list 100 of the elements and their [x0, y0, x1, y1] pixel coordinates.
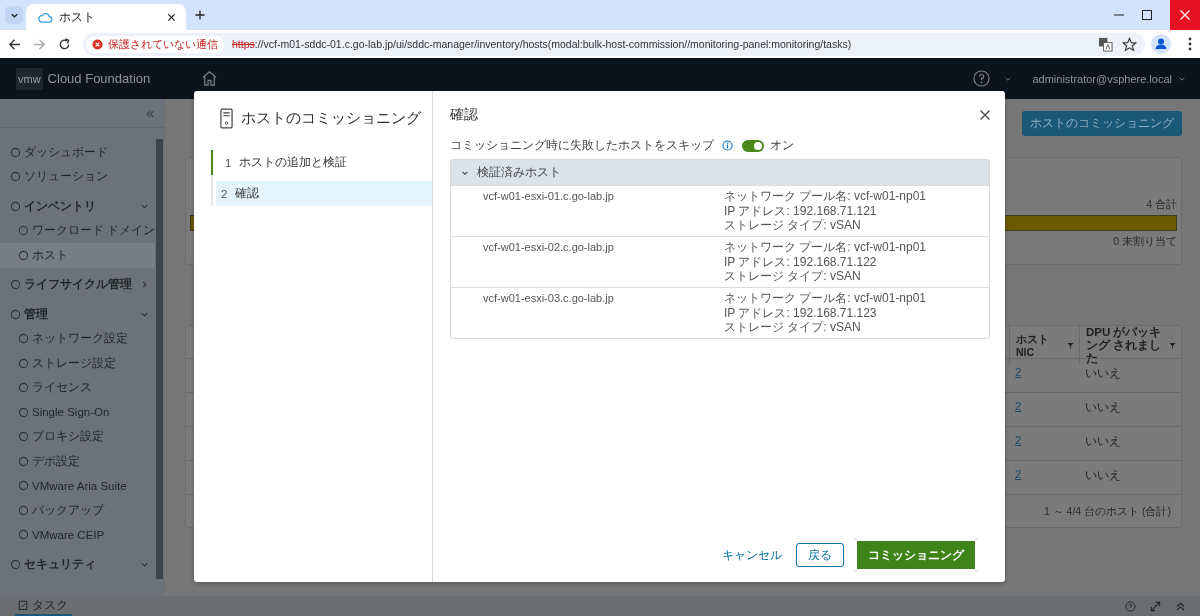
circle-icon [10, 146, 21, 158]
nav-item[interactable]: VMware Aria Suite [0, 473, 155, 498]
circle-icon [10, 200, 21, 212]
total-count: 4 合計 [1146, 198, 1177, 212]
plus-icon[interactable] [195, 10, 205, 20]
url-scheme: https [232, 38, 255, 50]
host-detail: ネットワーク プール名: vcf-w01-np01 [724, 291, 928, 306]
expand-icon[interactable] [1150, 600, 1161, 612]
table-cell: いいえ [1085, 367, 1121, 379]
host-detail: ネットワーク プール名: vcf-w01-np01 [724, 189, 928, 204]
nic-count-link[interactable]: 2 [1015, 400, 1022, 412]
more-icon[interactable] [1188, 37, 1192, 51]
host-detail: ストレージ タイプ: vSAN [724, 269, 862, 284]
circle-icon [10, 558, 21, 570]
circle-icon [18, 333, 29, 345]
tasks-tab[interactable]: タスク [15, 596, 72, 616]
accordion-header[interactable]: 検証済みホスト [451, 160, 989, 185]
nav-item[interactable]: ホスト [0, 243, 155, 268]
filter-icon[interactable] [1169, 342, 1176, 349]
collapse-button[interactable]: « [146, 105, 154, 121]
skip-toggle[interactable] [742, 139, 764, 152]
nav-group[interactable]: セキュリティ [0, 552, 155, 577]
product-name: Cloud Foundation [47, 71, 151, 86]
nav-item[interactable]: バックアップ [0, 498, 155, 523]
nav-item[interactable]: ライセンス [0, 375, 155, 400]
wizard-step[interactable]: 1 ホストの追加と検証 [211, 150, 432, 175]
table-cell: いいえ [1085, 401, 1121, 413]
circle-icon [10, 308, 21, 320]
dialog-title: ホストのコミッショニング [241, 109, 421, 128]
cloud-icon [38, 11, 53, 23]
tab-list-button[interactable] [5, 6, 23, 24]
table-cell: いいえ [1085, 435, 1121, 447]
error-icon [92, 38, 103, 50]
commission-button[interactable]: コミッショニング [854, 538, 978, 572]
option-label: コミッショニング時に失敗したホストをスキップ [450, 138, 714, 153]
help-icon[interactable] [973, 70, 991, 87]
nav-group[interactable]: 管理 [0, 302, 155, 327]
circle-icon [18, 480, 29, 492]
back-arrow-icon[interactable] [8, 37, 21, 51]
url-text: ://vcf-m01-sddc-01.c.go-lab.jp/ui/sddc-manager/inventory/hosts(modal:bulk-host-commission//monitoring-panel:monitoring/tasks) [254, 38, 852, 50]
cancel-link[interactable]: キャンセル [718, 543, 786, 567]
host-detail: ストレージ タイプ: vSAN [724, 320, 862, 335]
address-field[interactable]: 保護されていない通信 https://vcf-m01-sddc-01.c.go-lab.jp/ui/sddc-manager/inventory/hosts(modal:bulk-host-commission//monitoring-panel:monitoring/tasks) [83, 32, 1145, 56]
security-chip[interactable]: 保護されていない通信 [86, 35, 224, 53]
circle-icon [18, 406, 29, 418]
help-icon[interactable] [1125, 600, 1136, 612]
step-heading: 確認 [450, 106, 478, 124]
nav-item[interactable]: Single Sign-On [0, 400, 155, 425]
commission-hosts-button[interactable]: ホストのコミッショニング [1022, 111, 1182, 136]
tab-title: ホスト [59, 9, 96, 25]
circle-icon [18, 431, 29, 443]
nav-item[interactable]: ワークロード ドメイン [0, 218, 155, 243]
circle-icon [18, 504, 29, 516]
user-menu[interactable]: administrator@vsphere.local [1032, 72, 1172, 85]
host-name: vcf-w01-esxi-01.c.go-lab.jp [483, 190, 615, 204]
nav-item[interactable]: プロキシ設定 [0, 424, 155, 449]
nav-item[interactable]: デポ設定 [0, 449, 155, 474]
host-name: vcf-w01-esxi-02.c.go-lab.jp [483, 241, 615, 255]
host-detail: IP アドレス: 192.168.71.123 [724, 305, 878, 320]
reload-icon[interactable] [58, 37, 71, 51]
circle-icon [10, 171, 21, 183]
security-label: 保護されていない通信 [108, 36, 218, 52]
double-chevron-up-icon[interactable] [1175, 600, 1186, 612]
host-detail: IP アドレス: 192.168.71.122 [724, 254, 878, 269]
circle-icon [18, 225, 29, 237]
nav-group[interactable]: ライフサイクル管理 [0, 272, 155, 297]
host-detail: ネットワーク プール名: vcf-w01-np01 [724, 240, 928, 255]
column-header[interactable]: DPU がバッキング されました [1086, 326, 1166, 365]
circle-icon [18, 357, 29, 369]
scrollbar[interactable] [156, 139, 163, 579]
filter-icon[interactable] [1067, 342, 1074, 349]
unassigned-count: 0 未割り当て [1113, 235, 1177, 249]
profile-icon[interactable] [1151, 34, 1171, 54]
maximize-icon[interactable] [1142, 10, 1152, 20]
home-icon[interactable] [201, 70, 219, 87]
circle-icon [18, 529, 29, 541]
wizard-step[interactable]: 2 確認 [216, 181, 432, 206]
translate-icon[interactable] [1098, 36, 1113, 52]
nav-item[interactable]: ネットワーク設定 [0, 326, 155, 351]
close-icon[interactable] [167, 12, 176, 22]
nav-item[interactable]: VMware CEIP [0, 522, 155, 547]
star-icon[interactable] [1122, 36, 1137, 52]
back-button[interactable]: 戻る [796, 543, 844, 567]
close-icon [1180, 10, 1190, 20]
nav-item[interactable]: ストレージ設定 [0, 351, 155, 376]
browser-tab[interactable]: ホスト [26, 4, 186, 30]
nic-count-link[interactable]: 2 [1015, 468, 1022, 480]
info-icon[interactable] [722, 140, 733, 151]
close-icon[interactable] [980, 110, 990, 120]
nic-count-link[interactable]: 2 [1015, 366, 1022, 378]
circle-icon [18, 382, 29, 394]
circle-icon [18, 249, 29, 261]
nic-count-link[interactable]: 2 [1015, 434, 1022, 446]
toggle-state: オン [770, 138, 794, 153]
host-name: vcf-w01-esxi-03.c.go-lab.jp [483, 292, 615, 306]
nav-item[interactable]: ソリューション [0, 164, 155, 189]
table-footer: 1 ～ 4/4 台のホスト (合計) [1043, 505, 1171, 519]
column-header[interactable]: ホスト NIC [1016, 332, 1064, 359]
nav-item[interactable]: ダッシュボード [0, 140, 155, 165]
nav-group[interactable]: インベントリ [0, 194, 155, 219]
